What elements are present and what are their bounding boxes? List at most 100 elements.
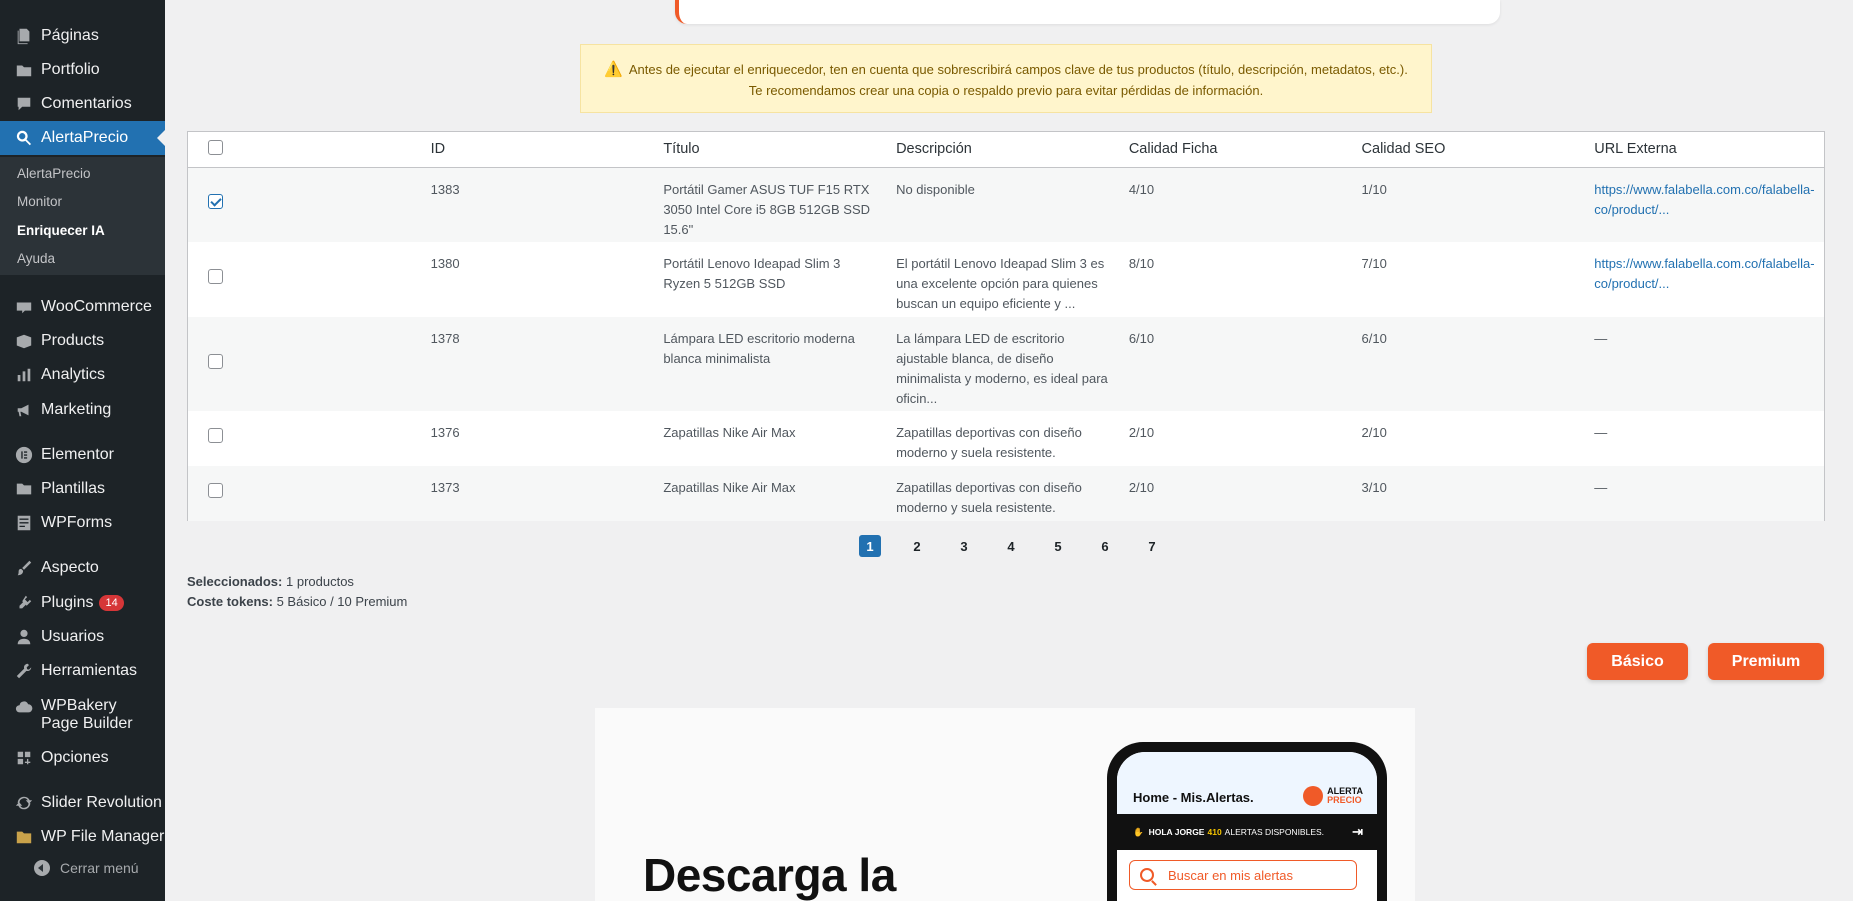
external-url-link[interactable]: https://www.falabella.com.co/falabella-c… — [1594, 182, 1814, 217]
row-checkbox[interactable] — [208, 353, 223, 369]
sidebar-item-label: Aspecto — [41, 559, 99, 576]
row-checkbox[interactable] — [208, 428, 223, 443]
external-url-link[interactable]: https://www.falabella.com.co/falabella-c… — [1594, 256, 1814, 291]
cell-description: Zapatillas deportivas con diseño moderno… — [896, 425, 1082, 460]
sidebar-item-label: Usuarios — [41, 628, 105, 645]
sidebar-item-herramientas[interactable]: Herramientas — [0, 654, 165, 688]
cell-description: No disponible — [896, 167, 1129, 242]
sidebar-item-label: WP File Manager — [41, 828, 165, 845]
sidebar-item-usuarios[interactable]: Usuarios — [0, 620, 165, 654]
overwrite-warning-notice: ⚠️ Antes de ejecutar el enriquecedor, ten… — [580, 44, 1432, 113]
sidebar-item-products[interactable]: Products — [0, 324, 165, 358]
products-icon — [14, 331, 34, 351]
row-checkbox-cell — [188, 317, 431, 411]
select-all-cell — [188, 132, 431, 168]
alertaprecio-submenu: AlertaPrecio Monitor Enriquecer IA Ayuda — [0, 157, 165, 275]
page-5-button[interactable]: 5 — [1047, 535, 1069, 557]
submenu-item-monitor[interactable]: Monitor — [17, 194, 62, 209]
enrich-premium-button[interactable]: Premium — [1708, 643, 1824, 680]
sidebar-item-plugins[interactable]: Plugins 14 — [0, 586, 165, 620]
sidebar-item-label: Herramientas — [41, 662, 138, 679]
row-checkbox[interactable] — [208, 483, 223, 498]
megaphone-icon — [14, 400, 34, 420]
select-all-checkbox[interactable] — [208, 139, 223, 155]
cell-external-url: https://www.falabella.com.co/falabella-c… — [1594, 167, 1824, 242]
sidebar-item-label: Opciones — [41, 749, 109, 766]
sidebar-item-alertaprecio[interactable]: AlertaPrecio — [0, 121, 165, 155]
cell-quality-seo: 3/10 — [1361, 466, 1595, 521]
selected-value: 1 productos — [286, 574, 354, 589]
sidebar-item-slider-revolution[interactable]: Slider Revolution — [0, 786, 165, 820]
sidebar-item-wp-file-manager[interactable]: WP File Manager — [0, 820, 165, 854]
portfolio-icon — [14, 60, 34, 80]
sidebar-item-label: Portfolio — [41, 61, 100, 78]
row-checkbox-cell — [188, 242, 431, 317]
column-header-id[interactable]: ID — [430, 132, 664, 168]
selected-label: Seleccionados: — [187, 574, 283, 589]
sidebar-item-woocommerce[interactable]: WooCommerce — [0, 290, 165, 324]
user-icon — [14, 627, 34, 647]
woocommerce-icon — [14, 297, 34, 317]
page-3-button[interactable]: 3 — [953, 535, 975, 557]
column-header-description[interactable]: Descripción — [896, 132, 1129, 168]
phone-greeting-bar: ✋ HOLA JORGE 410 ALERTAS DISPONIBLES. ⇥ — [1117, 814, 1377, 850]
submenu-item-enriquecer-ia[interactable]: Enriquecer IA — [17, 223, 105, 238]
table-row: 1378 Lámpara LED escritorio moderna blan… — [188, 317, 1824, 411]
column-header-quality-sheet[interactable]: Calidad Ficha — [1128, 132, 1362, 168]
page-1-button[interactable]: 1 — [859, 535, 881, 557]
submenu-item-ayuda[interactable]: Ayuda — [17, 251, 55, 266]
app-download-promo: Descarga la Home - Mis.Alertas. ALERTA PR… — [595, 708, 1415, 901]
table-row: 1383 Portátil Gamer ASUS TUF F15 RTX 305… — [188, 167, 1824, 242]
cell-title: Zapatillas Nike Air Max — [663, 425, 796, 440]
sidebar-item-label: WPBakery Page Builder — [41, 697, 133, 732]
sidebar-item-marketing[interactable]: Marketing — [0, 393, 165, 427]
token-cost-value: 5 Básico / 10 Premium — [276, 594, 408, 609]
row-checkbox-cell — [188, 466, 431, 521]
phone-screen: Home - Mis.Alertas. ALERTA PRECIO ✋ HOLA … — [1117, 752, 1377, 901]
page-2-button[interactable]: 2 — [906, 535, 928, 557]
sidebar-item-portfolio[interactable]: Portfolio — [0, 53, 165, 87]
logout-icon: ⇥ — [1352, 824, 1363, 839]
collapse-menu-button[interactable]: Cerrar menú — [34, 860, 139, 876]
column-header-title[interactable]: Título — [663, 132, 897, 168]
sidebar-item-wpforms[interactable]: WPForms — [0, 506, 165, 540]
sidebar-item-opciones[interactable]: Opciones — [0, 741, 165, 775]
table-row: 1373 Zapatillas Nike Air Max Zapatillas … — [188, 466, 1824, 521]
sidebar-item-wpbakery[interactable]: WPBakery Page Builder — [0, 697, 165, 737]
cell-external-url: https://www.falabella.com.co/falabella-c… — [1594, 242, 1824, 317]
column-header-quality-seo[interactable]: Calidad SEO — [1361, 132, 1595, 168]
cell-quality-seo: 2/10 — [1361, 425, 1387, 440]
submenu-item-alertaprecio[interactable]: AlertaPrecio — [17, 166, 91, 181]
sidebar-item-paginas[interactable]: Páginas — [0, 19, 165, 53]
cell-external-url: — — [1594, 317, 1824, 411]
cell-quality-seo: 1/10 — [1361, 167, 1595, 242]
search-icon — [14, 128, 34, 148]
row-checkbox[interactable] — [208, 269, 223, 284]
file-manager-icon — [14, 827, 34, 847]
row-checkbox[interactable] — [208, 194, 223, 210]
phone-search-box: Buscar en mis alertas — [1129, 860, 1357, 890]
pages-icon — [14, 26, 34, 46]
cell-id: 1373 — [430, 466, 664, 521]
greeting-text: HOLA JORGE — [1148, 827, 1205, 837]
cell-id: 1383 — [430, 167, 664, 242]
alerts-count: 410 — [1207, 827, 1222, 837]
wrench-icon — [14, 661, 34, 681]
sidebar-item-elementor[interactable]: Elementor — [0, 438, 165, 472]
page-4-button[interactable]: 4 — [1000, 535, 1022, 557]
row-checkbox-cell — [188, 411, 431, 466]
alerts-label: ALERTAS DISPONIBLES. — [1224, 827, 1325, 837]
sidebar-item-label: Elementor — [41, 446, 114, 463]
column-header-external-url[interactable]: URL Externa — [1594, 132, 1824, 168]
page-6-button[interactable]: 6 — [1094, 535, 1116, 557]
enrich-basic-button[interactable]: Básico — [1587, 643, 1688, 680]
sidebar-item-analytics[interactable]: Analytics — [0, 358, 165, 392]
phone-title: Home - Mis.Alertas. — [1133, 790, 1254, 805]
phone-mockup: Home - Mis.Alertas. ALERTA PRECIO ✋ HOLA … — [1107, 742, 1387, 901]
sidebar-item-plantillas[interactable]: Plantillas — [0, 472, 165, 506]
cell-title: Zapatillas Nike Air Max — [663, 466, 897, 521]
cell-quality-sheet: 2/10 — [1128, 425, 1155, 440]
sidebar-item-aspecto[interactable]: Aspecto — [0, 551, 165, 585]
page-7-button[interactable]: 7 — [1141, 535, 1163, 557]
sidebar-item-comentarios[interactable]: Comentarios — [0, 87, 165, 121]
